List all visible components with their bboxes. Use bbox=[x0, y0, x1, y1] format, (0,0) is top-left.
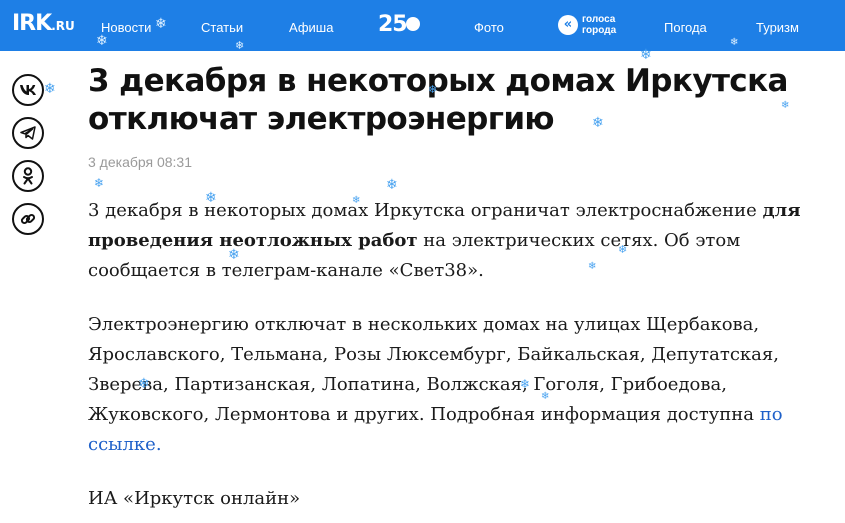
odnoklassniki-icon bbox=[22, 167, 34, 185]
anniversary-emblem-icon bbox=[406, 17, 420, 31]
article-date: 3 декабря 08:31 bbox=[88, 154, 193, 170]
article-title: 3 декабря в некоторых домах Иркутска отк… bbox=[88, 63, 788, 137]
top-navigation-bar: IRK.RU Новости Статьи Афиша 25 Фото « го… bbox=[0, 0, 845, 51]
link-icon bbox=[20, 211, 36, 227]
golosa-line1: голоса bbox=[582, 14, 616, 25]
vk-icon bbox=[19, 84, 37, 96]
nav-news[interactable]: Новости bbox=[101, 20, 151, 35]
anniversary-number: 25 bbox=[378, 12, 408, 37]
golosa-line2: города bbox=[582, 25, 617, 36]
snowflake-icon: ❄ bbox=[386, 177, 398, 193]
nav-articles[interactable]: Статьи bbox=[201, 20, 243, 35]
article-paragraph-1: 3 декабря в некоторых домах Иркутска огр… bbox=[88, 200, 801, 281]
share-vk-button[interactable] bbox=[12, 74, 44, 106]
snowflake-icon: ❄ bbox=[44, 81, 56, 97]
article-source: ИА «Иркутск онлайн» bbox=[88, 488, 301, 509]
nav-weather[interactable]: Погода bbox=[664, 20, 707, 35]
share-telegram-button[interactable] bbox=[12, 117, 44, 149]
snowflake-icon: ❄ bbox=[94, 176, 105, 190]
nav-tourism[interactable]: Туризм bbox=[756, 20, 799, 35]
telegram-icon bbox=[20, 126, 36, 140]
article-paragraph-2: Электроэнергию отключат в нескольких дом… bbox=[88, 314, 783, 455]
share-odnoklassniki-button[interactable] bbox=[12, 160, 44, 192]
golosa-logo-icon: « bbox=[558, 15, 578, 35]
copy-link-button[interactable] bbox=[12, 203, 44, 235]
nav-photo[interactable]: Фото bbox=[474, 20, 504, 35]
site-logo[interactable]: IRK.RU bbox=[12, 11, 75, 36]
nav-afisha[interactable]: Афиша bbox=[289, 20, 333, 35]
